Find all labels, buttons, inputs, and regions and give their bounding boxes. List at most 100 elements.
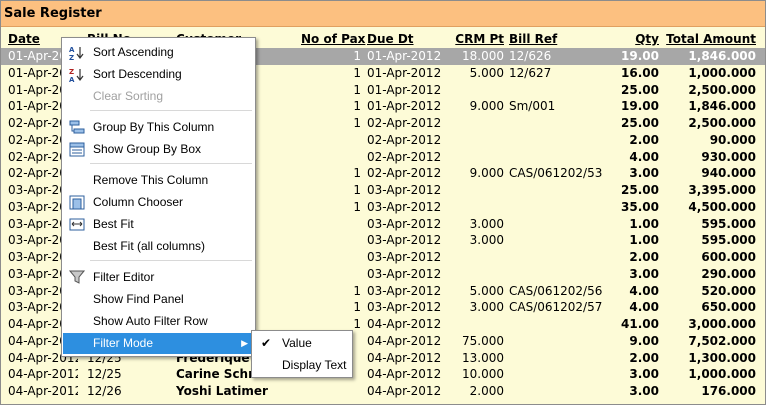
cell-total-amount: 7,502.000 — [688, 333, 756, 348]
cell-total-amount: 176.000 — [701, 384, 756, 398]
cell-bill-no: 12/25 — [87, 367, 122, 382]
sort-ascending-item[interactable]: AZ Sort Ascending — [63, 42, 254, 63]
cell-qty: 1.00 — [629, 233, 659, 248]
cell-total-amount: 520.000 — [701, 283, 756, 298]
remove-column-item[interactable]: Remove This Column — [63, 170, 254, 191]
column-header-no-of-pax[interactable]: No of Pax — [301, 30, 365, 48]
column-header-qty[interactable]: Qty — [601, 30, 659, 48]
cell-no-of-pax: 1 — [353, 199, 361, 214]
cell-due-date: 04-Apr-2012 — [367, 317, 442, 331]
cell-crm-pt: 13.000 — [462, 350, 504, 365]
cell-no-of-pax: 1 — [353, 166, 361, 181]
show-find-panel-item[interactable]: Show Find Panel — [63, 289, 254, 310]
filter-editor-item[interactable]: Filter Editor — [63, 267, 254, 288]
sort-descending-item[interactable]: ZA Sort Descending — [63, 64, 254, 85]
cell-qty: 4.00 — [629, 300, 659, 315]
table-row[interactable]: 04-Apr-2012 12/26 Yoshi Latimer 04-Apr-2012… — [1, 383, 765, 400]
column-header-total-amount[interactable]: Total Amount — [666, 30, 756, 48]
cell-total-amount: 4,500.000 — [688, 199, 756, 214]
cell-due-date: 03-Apr-2012 — [367, 283, 442, 298]
cell-no-of-pax: 1 — [353, 183, 361, 197]
cell-due-date: 01-Apr-2012 — [367, 49, 442, 63]
show-find-panel-label: Show Find Panel — [93, 292, 184, 306]
filter-mode-display-text-label: Display Text — [282, 358, 347, 372]
cell-total-amount: 930.000 — [701, 149, 756, 164]
cell-crm-pt: 3.000 — [469, 300, 504, 315]
cell-crm-pt: 5.000 — [469, 65, 504, 80]
column-header-crm-pt[interactable]: CRM Pt — [447, 30, 504, 48]
show-auto-filter-row-item[interactable]: Show Auto Filter Row — [63, 311, 254, 332]
group-box-icon — [69, 142, 85, 157]
sort-ascending-label: Sort Ascending — [93, 45, 174, 59]
group-by-column-item[interactable]: Group By This Column — [63, 117, 254, 138]
cell-due-date: 04-Apr-2012 — [367, 333, 442, 348]
cell-total-amount: 90.000 — [709, 132, 756, 147]
cell-due-date: 03-Apr-2012 — [367, 183, 442, 197]
checkmark-icon: ✔ — [261, 336, 272, 350]
cell-date: 04-Apr-2012 — [8, 367, 78, 382]
cell-no-of-pax: 1 — [353, 49, 361, 63]
cell-crm-pt: 75.000 — [462, 333, 504, 348]
filter-mode-display-text-item[interactable]: Display Text — [253, 355, 351, 376]
cell-total-amount: 650.000 — [701, 300, 756, 315]
cell-crm-pt: 9.000 — [469, 99, 504, 114]
svg-text:Z: Z — [69, 54, 74, 60]
cell-bill-ref: Sm/001 — [509, 99, 556, 114]
filter-mode-label: Filter Mode — [93, 336, 154, 350]
cell-qty: 16.00 — [621, 65, 659, 80]
submenu-arrow-icon: ▶ — [241, 338, 248, 348]
cell-crm-pt: 2.000 — [469, 384, 504, 398]
cell-total-amount: 595.000 — [701, 216, 756, 231]
cell-total-amount: 2,500.000 — [688, 82, 756, 97]
cell-due-date: 03-Apr-2012 — [367, 266, 442, 281]
cell-qty: 3.00 — [629, 384, 659, 398]
best-fit-all-columns-label: Best Fit (all columns) — [93, 239, 206, 253]
column-header-bill-ref[interactable]: Bill Ref — [509, 30, 557, 48]
cell-no-of-pax: 1 — [353, 116, 361, 130]
cell-total-amount: 1,846.000 — [688, 49, 756, 63]
cell-bill-ref: CAS/061202/57 — [509, 300, 603, 315]
cell-qty: 2.00 — [629, 132, 659, 147]
cell-qty: 9.00 — [629, 333, 659, 348]
cell-qty: 19.00 — [621, 99, 659, 114]
column-chooser-label: Column Chooser — [93, 195, 184, 209]
best-fit-item[interactable]: Best Fit — [63, 214, 254, 235]
best-fit-all-columns-item[interactable]: Best Fit (all columns) — [63, 236, 254, 257]
cell-qty: 41.00 — [621, 317, 659, 331]
cell-no-of-pax: 1 — [353, 300, 361, 315]
show-auto-filter-row-label: Show Auto Filter Row — [93, 314, 208, 328]
filter-mode-value-item[interactable]: ✔ Value — [253, 333, 351, 354]
sort-descending-label: Sort Descending — [93, 67, 182, 81]
sort-ascending-icon: AZ — [69, 45, 85, 60]
column-header-due-date[interactable]: Due Dt — [367, 30, 414, 48]
cell-due-date: 02-Apr-2012 — [367, 132, 442, 147]
filter-mode-submenu: ✔ Value Display Text — [251, 330, 353, 378]
column-chooser-item[interactable]: Column Chooser — [63, 192, 254, 213]
filter-mode-item[interactable]: Filter Mode ▶ — [63, 333, 254, 354]
sale-register-window: Sale Register Date Bill No Customer No o… — [0, 0, 766, 405]
svg-text:Z: Z — [69, 68, 74, 76]
cell-total-amount: 1,000.000 — [688, 65, 756, 80]
cell-bill-ref: CAS/061202/53 — [509, 166, 603, 181]
cell-due-date: 01-Apr-2012 — [367, 99, 442, 114]
cell-due-date: 02-Apr-2012 — [367, 116, 442, 130]
remove-column-label: Remove This Column — [93, 173, 209, 187]
clear-sorting-label: Clear Sorting — [93, 89, 164, 103]
cell-due-date: 03-Apr-2012 — [367, 216, 442, 231]
cell-crm-pt: 10.000 — [462, 367, 504, 382]
cell-qty: 4.00 — [629, 283, 659, 298]
window-title: Sale Register — [1, 1, 765, 27]
filter-mode-value-label: Value — [282, 336, 312, 350]
cell-no-of-pax: 1 — [353, 82, 361, 97]
best-fit-icon — [69, 217, 85, 232]
show-group-by-box-item[interactable]: Show Group By Box — [63, 139, 254, 160]
column-header-date[interactable]: Date — [8, 30, 40, 48]
cell-bill-no: 12/26 — [87, 384, 122, 398]
cell-due-date: 04-Apr-2012 — [367, 350, 442, 365]
cell-due-date: 01-Apr-2012 — [367, 65, 442, 80]
sort-descending-icon: ZA — [69, 67, 85, 82]
cell-crm-pt: 3.000 — [469, 216, 504, 231]
table-row[interactable]: 04-Apr-2012 12/25 Carine Schmitt 04-Apr-201… — [1, 366, 765, 383]
cell-no-of-pax: 1 — [353, 65, 361, 80]
cell-date: 04-Apr-2012 — [8, 384, 78, 398]
